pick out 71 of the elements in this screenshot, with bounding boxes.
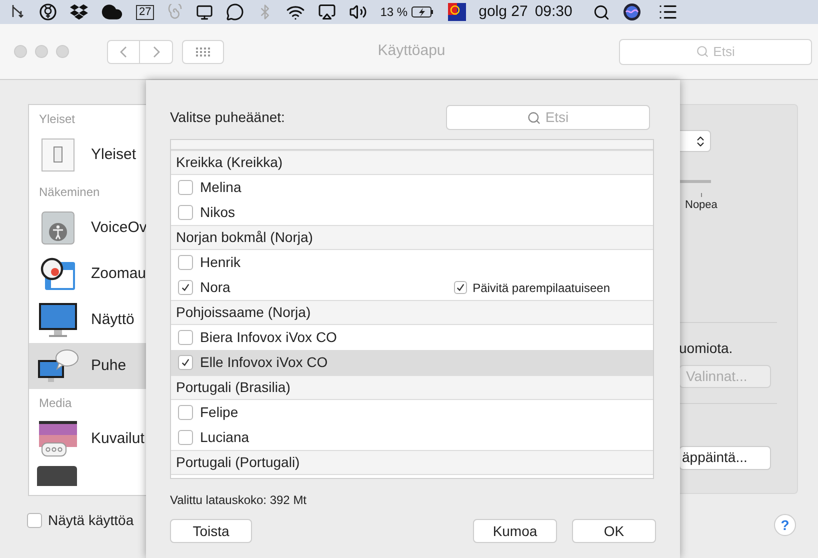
panel-text: uomiota. bbox=[679, 338, 734, 358]
voice-name: Elle Infovox iVox CO bbox=[200, 353, 328, 372]
voice-name: Nikos bbox=[200, 203, 236, 222]
checkbox[interactable] bbox=[178, 180, 193, 195]
checkbox[interactable] bbox=[454, 281, 467, 294]
checkbox[interactable] bbox=[178, 205, 193, 220]
grid-icon bbox=[195, 46, 211, 56]
arrow-icon[interactable] bbox=[10, 4, 26, 20]
sidebar-section-header: Media bbox=[38, 395, 73, 412]
switch-icon bbox=[41, 138, 75, 172]
checkmark-icon bbox=[456, 283, 465, 292]
voice-name: Luciana bbox=[200, 428, 250, 447]
magnifier-window-icon bbox=[39, 256, 77, 292]
language-header: Kreikka (Kreikka) bbox=[171, 150, 653, 175]
sidebar-section-header: Näkeminen bbox=[38, 184, 101, 201]
voice-name: Henrik bbox=[200, 253, 240, 272]
checkbox[interactable] bbox=[178, 355, 193, 370]
battery-percent[interactable]: 13 % bbox=[380, 3, 408, 21]
menubar-date[interactable]: golg 27 bbox=[478, 0, 528, 24]
checkbox[interactable] bbox=[178, 280, 193, 295]
checkbox[interactable] bbox=[178, 405, 193, 420]
slider-track[interactable] bbox=[679, 180, 711, 183]
menubar-time[interactable]: 09:30 bbox=[534, 0, 572, 24]
checkbox[interactable] bbox=[178, 430, 193, 445]
ok-button[interactable]: OK bbox=[572, 519, 656, 543]
accessibility-icon bbox=[41, 211, 75, 245]
grid-button[interactable] bbox=[182, 40, 224, 64]
voice-row[interactable]: Elle Infovox iVox CO bbox=[171, 350, 653, 375]
caption-icon bbox=[38, 419, 78, 459]
voice-name: Melina bbox=[200, 178, 242, 197]
chevron-right-icon bbox=[152, 46, 160, 58]
chat-bubble-icon[interactable] bbox=[226, 3, 244, 21]
sheet-title: Valitse puheäänet: bbox=[170, 108, 285, 127]
language-header: Portugali (Brasilia) bbox=[171, 375, 653, 400]
battery-charging-icon[interactable] bbox=[410, 5, 435, 19]
voice-name: Felipe bbox=[200, 403, 238, 422]
keyboard-button[interactable]: äppäintä... bbox=[679, 446, 771, 470]
checkbox[interactable] bbox=[27, 513, 42, 528]
search-icon[interactable] bbox=[593, 4, 610, 20]
help-button[interactable]: ? bbox=[774, 514, 796, 536]
download-size: Valittu latauskoko: 392 Mt bbox=[170, 492, 308, 509]
play-button[interactable]: Toista bbox=[170, 519, 252, 543]
checkbox-label: Näytä käyttöa bbox=[48, 511, 134, 530]
dropbox-icon[interactable] bbox=[70, 3, 88, 21]
voice-name: Biera Infovox iVox CO bbox=[200, 328, 337, 347]
monitor-icon bbox=[38, 302, 78, 338]
language-header: Norjan bokmål (Norja) bbox=[171, 225, 653, 250]
monitor-icon[interactable] bbox=[196, 4, 214, 20]
upgrade-label: Päivitä parempilaatuiseen bbox=[472, 280, 610, 296]
checkbox[interactable] bbox=[178, 255, 193, 270]
language-header: Pohjoissaame (Norja) bbox=[171, 300, 653, 325]
orb-icon[interactable] bbox=[623, 3, 642, 21]
voice-name: Nora bbox=[200, 278, 230, 297]
checkbox[interactable] bbox=[178, 330, 193, 345]
volume-icon[interactable] bbox=[349, 3, 368, 21]
checkmark-icon bbox=[181, 358, 190, 367]
calendar-icon[interactable]: 27 bbox=[136, 4, 154, 20]
slider-label: Nopea bbox=[685, 198, 718, 213]
cancel-button[interactable]: Kumoa bbox=[473, 519, 557, 543]
speech-monitor-icon bbox=[37, 348, 79, 384]
window-title: Käyttöapu bbox=[376, 41, 446, 62]
chevron-left-icon bbox=[120, 46, 127, 58]
app-icon bbox=[37, 466, 77, 486]
checkmark-icon bbox=[181, 283, 190, 292]
search-icon bbox=[527, 110, 542, 124]
search-icon bbox=[696, 45, 710, 58]
flag-icon[interactable] bbox=[448, 3, 466, 21]
voice-popup-button[interactable] bbox=[679, 130, 711, 152]
airplay-icon[interactable] bbox=[318, 3, 336, 21]
language-header: Portugali (Portugali) bbox=[171, 450, 653, 475]
gender-symbol-icon[interactable] bbox=[39, 3, 57, 21]
